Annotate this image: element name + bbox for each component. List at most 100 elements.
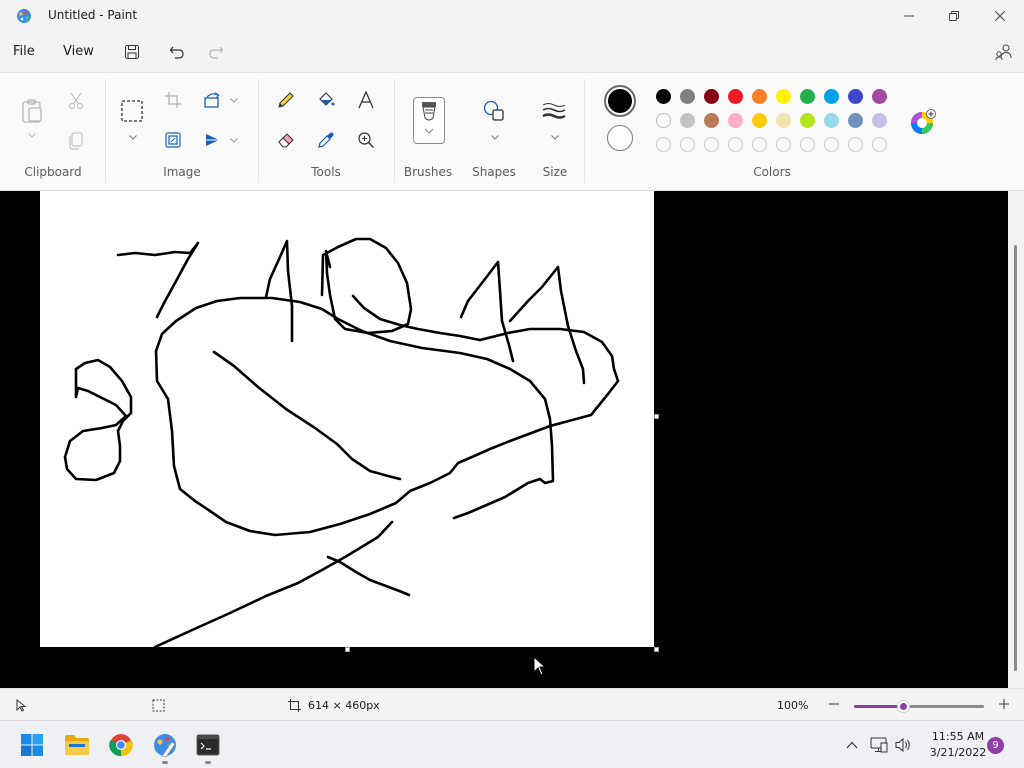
custom-color-slot[interactable] [824, 137, 839, 152]
palette-color-swatch[interactable] [680, 113, 695, 128]
shapes-dropdown[interactable] [490, 133, 500, 141]
edit-colors-button[interactable] [910, 109, 936, 135]
palette-color-swatch[interactable] [728, 89, 743, 104]
color-picker-button[interactable] [314, 128, 338, 152]
clock-time[interactable]: 11:55 AM [922, 730, 994, 743]
start-button[interactable] [16, 729, 48, 761]
canvas-resize-handle-right[interactable] [654, 414, 659, 419]
zoom-out-button[interactable] [827, 697, 841, 711]
palette-color-swatch[interactable] [848, 89, 863, 104]
canvas-workspace [0, 191, 1008, 688]
crop-button[interactable] [161, 88, 185, 112]
rotate-button[interactable] [201, 88, 225, 112]
view-menu[interactable]: View [63, 44, 94, 59]
drawing-canvas[interactable] [40, 191, 654, 649]
file-explorer-button[interactable] [61, 729, 93, 761]
palette-color-swatch[interactable] [728, 113, 743, 128]
image-label: Image [163, 165, 201, 179]
custom-color-slot[interactable] [800, 137, 815, 152]
custom-color-slot[interactable] [752, 137, 767, 152]
canvas-resize-handle-bottom[interactable] [345, 647, 350, 652]
rotate-dropdown[interactable] [229, 96, 239, 104]
close-button[interactable] [977, 0, 1023, 32]
custom-color-slot[interactable] [656, 137, 671, 152]
restore-button[interactable] [931, 0, 977, 32]
palette-color-swatch[interactable] [848, 113, 863, 128]
select-dropdown[interactable] [128, 133, 138, 141]
fill-button[interactable] [314, 88, 338, 112]
flip-dropdown[interactable] [229, 136, 239, 144]
minimize-button[interactable] [886, 0, 932, 32]
vertical-scrollbar[interactable] [1008, 191, 1024, 688]
palette-color-swatch[interactable] [776, 113, 791, 128]
secondary-color-swatch[interactable] [607, 125, 633, 151]
custom-color-slot[interactable] [680, 137, 695, 152]
palette-color-swatch[interactable] [704, 113, 719, 128]
file-menu[interactable]: File [13, 44, 35, 59]
colors-label: Colors [753, 165, 791, 179]
scrollbar-thumb[interactable] [1014, 245, 1017, 671]
color-wheel-icon [911, 109, 936, 134]
network-button[interactable] [870, 736, 888, 754]
custom-color-slot[interactable] [728, 137, 743, 152]
palette-color-swatch[interactable] [824, 89, 839, 104]
custom-color-slot[interactable] [776, 137, 791, 152]
size-dropdown[interactable] [550, 133, 560, 141]
zoom-in-button[interactable] [997, 697, 1011, 711]
palette-color-swatch[interactable] [752, 89, 767, 104]
palette-color-swatch[interactable] [752, 113, 767, 128]
save-button[interactable] [118, 40, 146, 64]
zoom-level-text[interactable]: 100% [777, 699, 808, 712]
zoom-slider-thumb[interactable] [897, 700, 910, 713]
palette-color-swatch[interactable] [656, 113, 671, 128]
stroke-group [63, 237, 620, 649]
paste-dropdown[interactable] [27, 131, 37, 139]
paste-button[interactable] [20, 99, 44, 123]
show-hidden-icons-button[interactable] [843, 736, 861, 754]
account-button[interactable] [990, 40, 1018, 64]
custom-color-slot[interactable] [848, 137, 863, 152]
undo-icon [169, 46, 184, 59]
copy-button[interactable] [64, 129, 88, 153]
copy-icon [69, 132, 83, 150]
volume-button[interactable] [894, 736, 912, 754]
canvas-resize-handle-corner[interactable] [654, 647, 659, 652]
shapes-button[interactable] [482, 99, 506, 123]
flip-button[interactable] [201, 128, 225, 152]
palette-color-swatch[interactable] [872, 113, 887, 128]
select-button[interactable] [120, 99, 144, 123]
palette-color-swatch[interactable] [776, 89, 791, 104]
palette-color-swatch[interactable] [704, 89, 719, 104]
rectangle-select-icon [121, 100, 143, 122]
pencil-button[interactable] [274, 88, 298, 112]
palette-color-swatch[interactable] [824, 113, 839, 128]
chrome-button[interactable] [105, 729, 137, 761]
palette-color-swatch[interactable] [656, 89, 671, 104]
resize-button[interactable] [161, 128, 185, 152]
notification-badge[interactable]: 9 [987, 737, 1004, 754]
scissors-icon [69, 92, 83, 109]
palette-color-swatch[interactable] [680, 89, 695, 104]
zoom-slider[interactable] [854, 700, 984, 713]
chevron-down-icon [129, 134, 137, 140]
terminal-button[interactable] [192, 729, 224, 761]
brushes-button[interactable] [413, 97, 445, 144]
palette-color-swatch[interactable] [800, 113, 815, 128]
cut-button[interactable] [64, 89, 88, 113]
undo-button[interactable] [163, 40, 191, 64]
palette-color-swatch[interactable] [872, 89, 887, 104]
paint-taskbar-button[interactable] [149, 729, 181, 761]
eraser-button[interactable] [274, 128, 298, 152]
menu-bar: File View [0, 32, 1024, 72]
size-button[interactable] [542, 99, 566, 123]
drawing-strokes [63, 237, 620, 649]
palette-color-swatch[interactable] [800, 89, 815, 104]
redo-button[interactable] [202, 40, 230, 64]
custom-color-slot[interactable] [872, 137, 887, 152]
clock-date[interactable]: 3/21/2022 [922, 746, 994, 759]
magnifier-button[interactable] [354, 128, 378, 152]
paint-bucket-icon [319, 92, 335, 106]
primary-color-swatch[interactable] [604, 85, 636, 117]
custom-color-slot[interactable] [704, 137, 719, 152]
text-button[interactable] [354, 88, 378, 112]
